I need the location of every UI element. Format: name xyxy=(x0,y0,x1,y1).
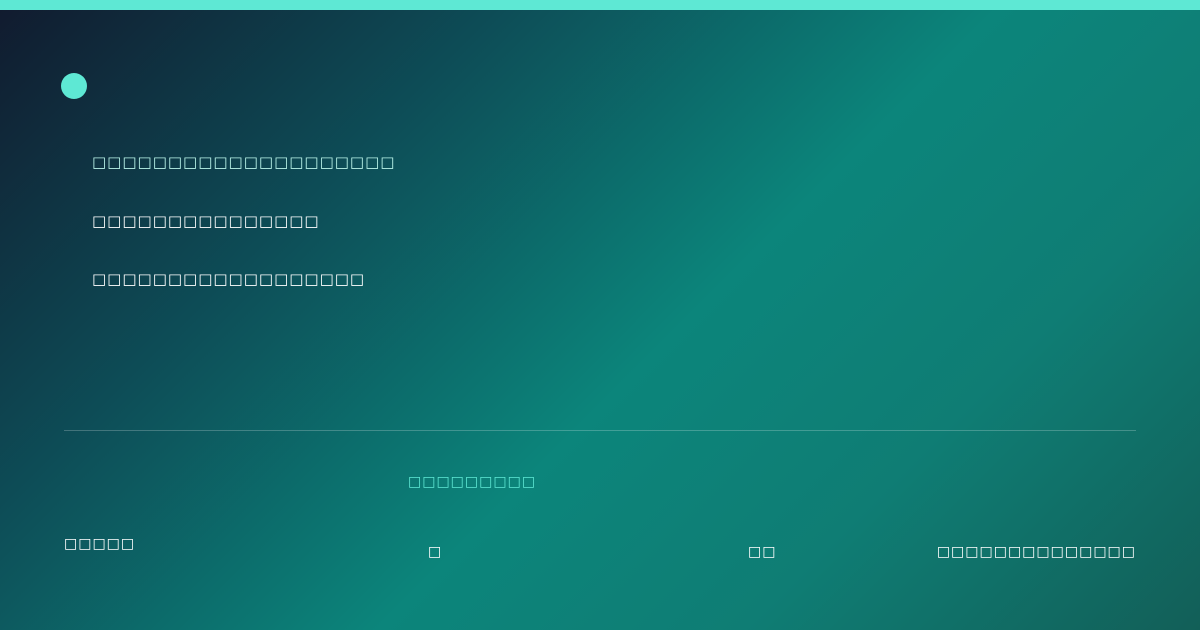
footer-item-b: □□ xyxy=(748,544,777,560)
footer-caption: □□□□□□□□□ xyxy=(408,474,537,490)
footer-divider xyxy=(64,430,1136,431)
footer-left-label: □□□□□ xyxy=(64,536,136,552)
headline-line-1: □□□□□□□□□□□□□□□□□□□□ xyxy=(92,153,396,171)
footer-item-a: □ xyxy=(428,544,443,560)
top-accent-bar xyxy=(0,0,1200,10)
body-line-3: □□□□□□□□□□□□□□□□□□ xyxy=(92,270,366,288)
body-line-2: □□□□□□□□□□□□□□□ xyxy=(92,212,320,230)
footer-right-label: □□□□□□□□□□□□□□ xyxy=(936,544,1136,560)
brand-dot-icon xyxy=(61,73,87,99)
